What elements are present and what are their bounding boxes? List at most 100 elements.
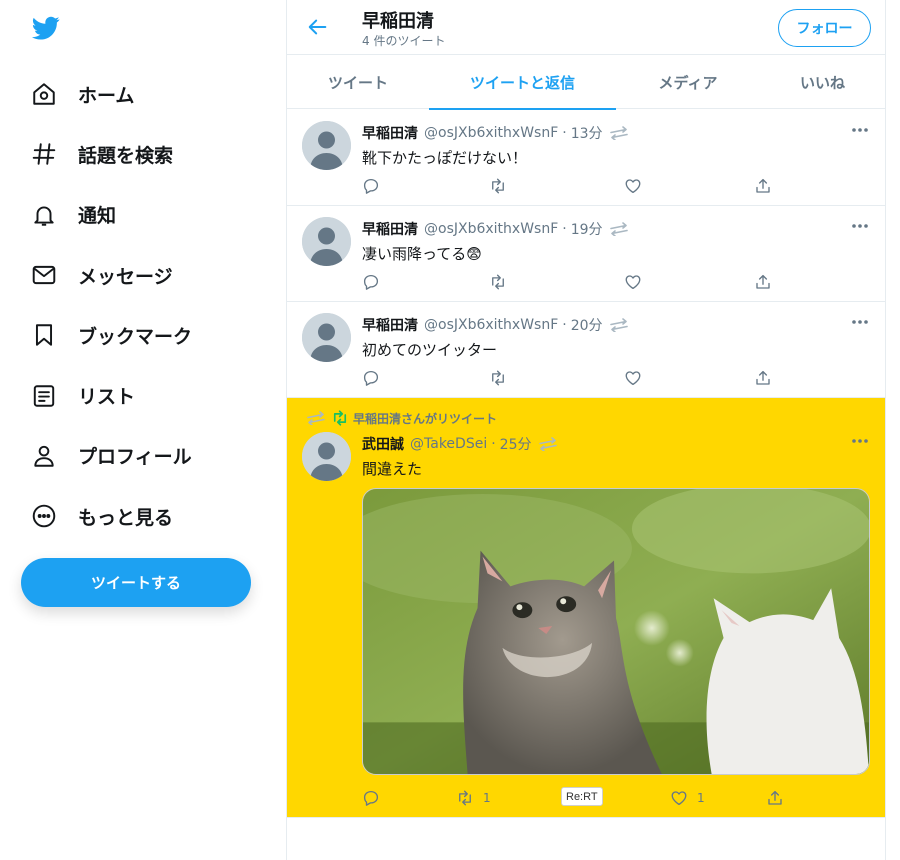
retweet-button[interactable]: 1 (456, 788, 491, 808)
nav-lists[interactable]: リスト (20, 365, 270, 425)
tweet-text: 靴下かたっぽだけない！ (362, 149, 528, 167)
tab-media[interactable]: メディア (616, 55, 760, 109)
nav-messages[interactable]: メッセージ (20, 245, 270, 305)
like-button[interactable]: 1 (670, 788, 705, 808)
tweet-author-handle[interactable]: @osJXb6xithxWsnF (424, 317, 558, 333)
retweet-button[interactable] (489, 176, 507, 196)
envelope-icon (32, 265, 56, 285)
twitter-bird-icon[interactable] (30, 14, 62, 42)
tweet-item[interactable]: 早稲田清 @osJXb6xithxWsnF · 13分 靴下かたっぽだけない！ (287, 110, 885, 206)
avatar[interactable] (302, 313, 351, 362)
tweet-author-handle[interactable]: @TakeDSei (410, 436, 487, 452)
like-count: 1 (697, 791, 705, 805)
hashtag-icon (32, 143, 56, 166)
tweet-actions: 1 Re:RT 1 (362, 787, 784, 808)
default-avatar-icon (302, 432, 351, 481)
separator-dot: · (562, 317, 567, 333)
more-options-icon[interactable] (851, 438, 869, 444)
reply-button[interactable] (362, 788, 380, 808)
retweet-icon (333, 410, 347, 426)
tab-likes[interactable]: いいね (760, 55, 885, 109)
more-options-icon[interactable] (851, 223, 869, 229)
tweet-author-name[interactable]: 早稲田清 (362, 219, 418, 239)
share-button[interactable] (766, 788, 784, 808)
tweet-text: 凄い雨降ってる😨 (362, 245, 482, 263)
like-button[interactable] (624, 368, 642, 388)
tweet-time[interactable]: 20分 (571, 315, 603, 335)
tab-tweets-and-replies[interactable]: ツイートと返信 (429, 55, 616, 110)
share-button[interactable] (754, 272, 772, 292)
tweet-author-name[interactable]: 早稲田清 (362, 123, 418, 143)
rert-extension-icon[interactable] (538, 437, 558, 451)
tweet-button[interactable]: ツイートする (21, 558, 251, 607)
more-options-icon[interactable] (851, 127, 869, 133)
heart-icon (625, 371, 641, 386)
heart-icon (671, 791, 687, 806)
tweet-time[interactable]: 25分 (500, 434, 532, 454)
nav-home[interactable]: ホーム (20, 64, 270, 124)
default-avatar-icon (302, 313, 351, 362)
reply-icon (363, 370, 379, 386)
like-button[interactable] (624, 272, 642, 292)
like-button[interactable] (624, 176, 642, 196)
tab-tweets[interactable]: ツイート (287, 55, 429, 109)
tweet-author-handle[interactable]: @osJXb6xithxWsnF (424, 221, 558, 237)
reply-button[interactable] (362, 176, 380, 196)
avatar[interactable] (302, 432, 351, 481)
heart-icon (625, 275, 641, 290)
rert-extension-icon[interactable] (305, 411, 327, 425)
nav-bookmarks[interactable]: ブックマーク (20, 305, 270, 365)
rert-extension-icon[interactable] (609, 318, 629, 332)
nav-more[interactable]: もっと見る (20, 486, 270, 546)
avatar[interactable] (302, 121, 351, 170)
tweet-actions (362, 272, 782, 292)
tweet-author-name[interactable]: 武田誠 (362, 434, 404, 454)
share-button[interactable] (754, 176, 772, 196)
retweet-item[interactable]: 早稲田清さんがリツイート 武田誠 @TakeDSei · 25分 間違えた 1 … (287, 398, 885, 818)
nav-explore-label: 話題を検索 (78, 144, 174, 167)
kitten-photo (363, 489, 869, 774)
nav-lists-label: リスト (78, 386, 136, 409)
reply-button[interactable] (362, 272, 380, 292)
rert-button[interactable]: Re:RT (561, 787, 603, 806)
profile-header: 早稲田清 4 件のツイート フォロー (287, 0, 885, 55)
nav-profile[interactable]: プロフィール (20, 426, 270, 486)
tweet-item[interactable]: 早稲田清 @osJXb6xithxWsnF · 20分 初めてのツイッター (287, 302, 885, 398)
retweet-button[interactable] (489, 272, 507, 292)
tweet-time[interactable]: 13分 (571, 123, 603, 143)
tweet-header: 武田誠 @TakeDSei · 25分 (362, 434, 558, 454)
retweet-button[interactable] (489, 368, 507, 388)
heart-icon (625, 179, 641, 194)
share-icon (756, 274, 770, 289)
nav-bookmarks-label: ブックマーク (78, 325, 193, 348)
rert-extension-icon[interactable] (609, 126, 629, 140)
primary-nav: ホーム 話題を検索 通知 メッセージ ブックマーク リスト プロフィール もっと… (20, 64, 270, 546)
retweet-icon (492, 370, 504, 386)
rert-extension-icon[interactable] (609, 222, 629, 236)
tweet-media-image[interactable] (362, 488, 870, 775)
more-circle-icon (32, 504, 56, 528)
nav-home-label: ホーム (78, 84, 135, 107)
nav-explore[interactable]: 話題を検索 (20, 124, 270, 184)
retweet-icon (459, 790, 471, 806)
retweeted-by-label[interactable]: 早稲田清さんがリツイート (353, 410, 497, 427)
tweet-item[interactable]: 早稲田清 @osJXb6xithxWsnF · 19分 凄い雨降ってる😨 (287, 206, 885, 302)
default-avatar-icon (302, 217, 351, 266)
follow-button[interactable]: フォロー (778, 9, 871, 47)
nav-messages-label: メッセージ (78, 265, 173, 288)
avatar[interactable] (302, 217, 351, 266)
more-options-icon[interactable] (851, 319, 869, 325)
nav-notifications[interactable]: 通知 (20, 185, 270, 245)
tweet-author-handle[interactable]: @osJXb6xithxWsnF (424, 125, 558, 141)
tweet-actions (362, 368, 782, 388)
tweet-time[interactable]: 19分 (571, 219, 603, 239)
tweet-text: 間違えた (362, 460, 423, 478)
reply-icon (363, 274, 379, 290)
back-arrow-icon[interactable] (307, 16, 329, 38)
default-avatar-icon (302, 121, 351, 170)
tweet-author-name[interactable]: 早稲田清 (362, 315, 418, 335)
tweet-count: 4 件のツイート (362, 34, 446, 48)
nav-profile-label: プロフィール (78, 446, 192, 469)
reply-button[interactable] (362, 368, 380, 388)
share-button[interactable] (754, 368, 772, 388)
